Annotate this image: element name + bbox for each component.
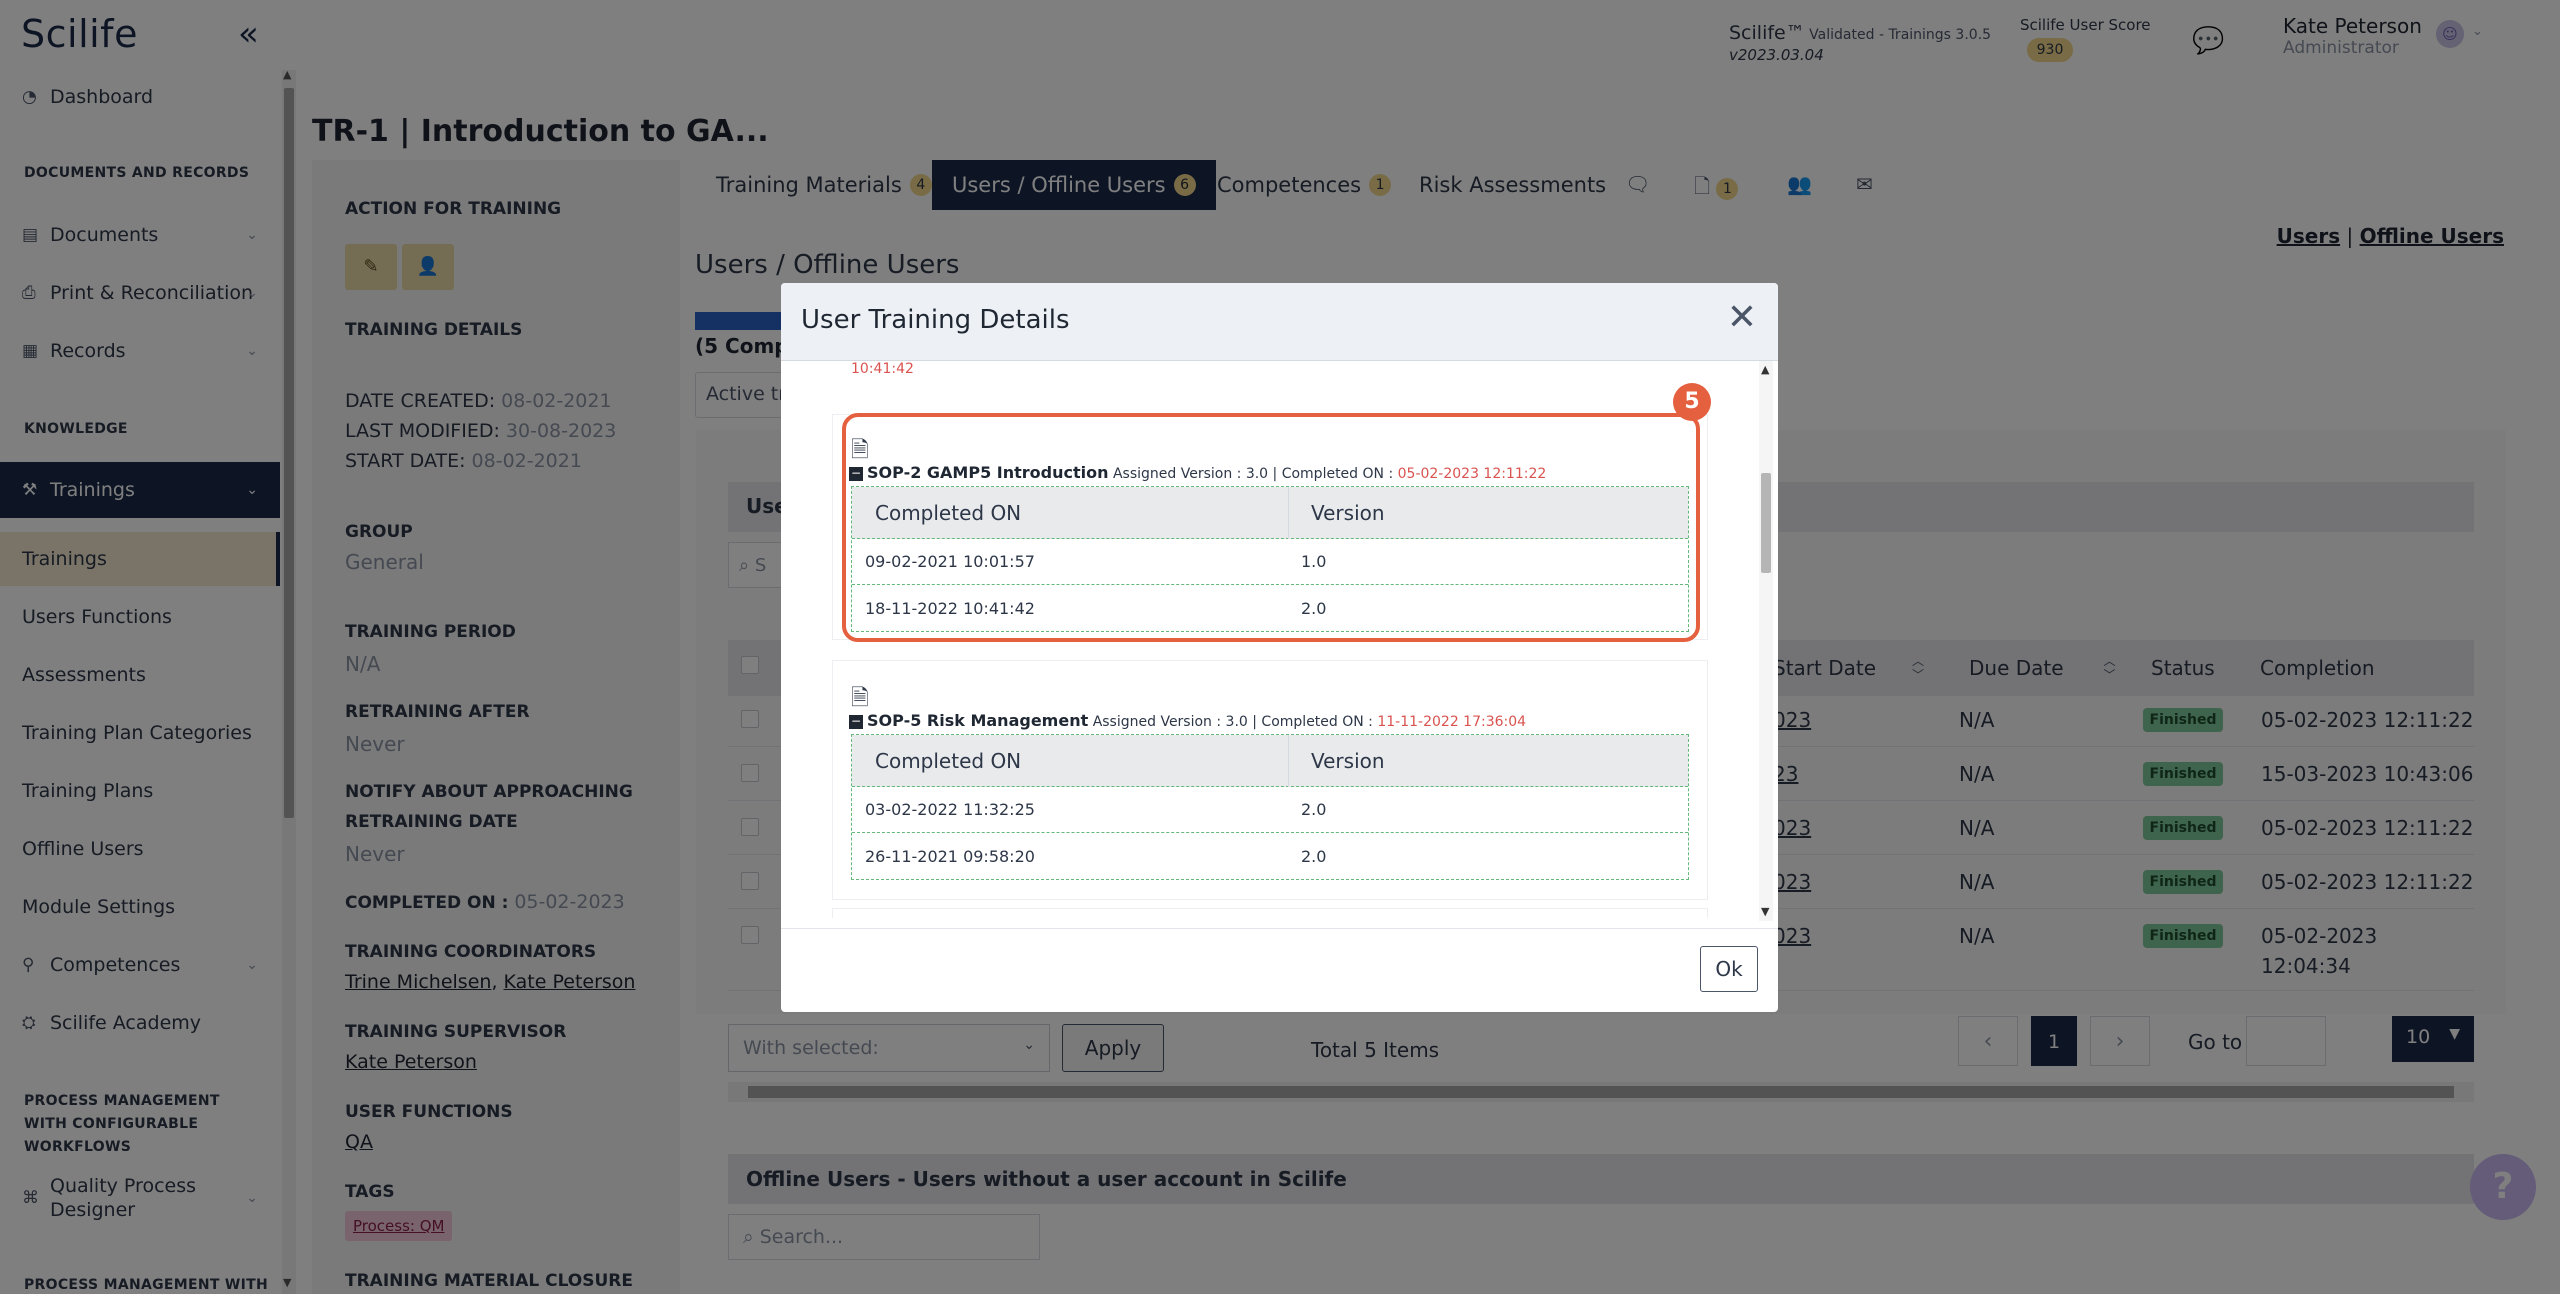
document-meta: Assigned Version : 3.0 | Completed ON : [1092, 714, 1378, 730]
column-label: Completed ON [875, 748, 1022, 773]
scroll-up-arrow-icon[interactable]: ▲ [1761, 363, 1769, 376]
scroll-down-arrow-icon[interactable]: ▼ [1761, 905, 1769, 918]
history-table-header: Completed ON Version [852, 735, 1688, 787]
highlight-callout [842, 413, 1700, 642]
document-completed-date: 11-11-2022 17:36:04 [1377, 714, 1527, 730]
completed-cell: 26-11-2021 09:58:20 [865, 846, 1035, 866]
modal-scrollbar[interactable] [1759, 361, 1773, 921]
modal-scrollbar-thumb[interactable] [1761, 473, 1771, 573]
collapse-icon[interactable]: − [849, 715, 863, 729]
version-cell: 2.0 [1301, 800, 1327, 819]
ok-button[interactable]: Ok [1700, 946, 1758, 992]
modal-title: User Training Details [801, 305, 1070, 335]
column-divider [1288, 735, 1289, 787]
history-table: Completed ON Version 03-02-2022 11:32:25… [851, 734, 1689, 880]
training-item-card-next [832, 908, 1708, 918]
modal-footer [781, 928, 1778, 1012]
step-number-badge: 5 [1673, 383, 1711, 421]
previous-item-time: 10:41:42 [851, 361, 914, 377]
user-training-details-modal: User Training Details ✕ [781, 283, 1778, 1012]
close-icon[interactable]: ✕ [1722, 297, 1762, 338]
history-row: 26-11-2021 09:58:20 2.0 [852, 833, 1688, 879]
document-name: SOP-5 Risk Management [867, 711, 1089, 730]
version-cell: 2.0 [1301, 846, 1327, 866]
completed-cell: 03-02-2022 11:32:25 [865, 800, 1035, 819]
training-item-title: − SOP-5 Risk Management Assigned Version … [849, 711, 1526, 730]
column-label: Version [1311, 748, 1385, 773]
modal-header: User Training Details ✕ [781, 283, 1778, 361]
history-row: 03-02-2022 11:32:25 2.0 [852, 787, 1688, 833]
